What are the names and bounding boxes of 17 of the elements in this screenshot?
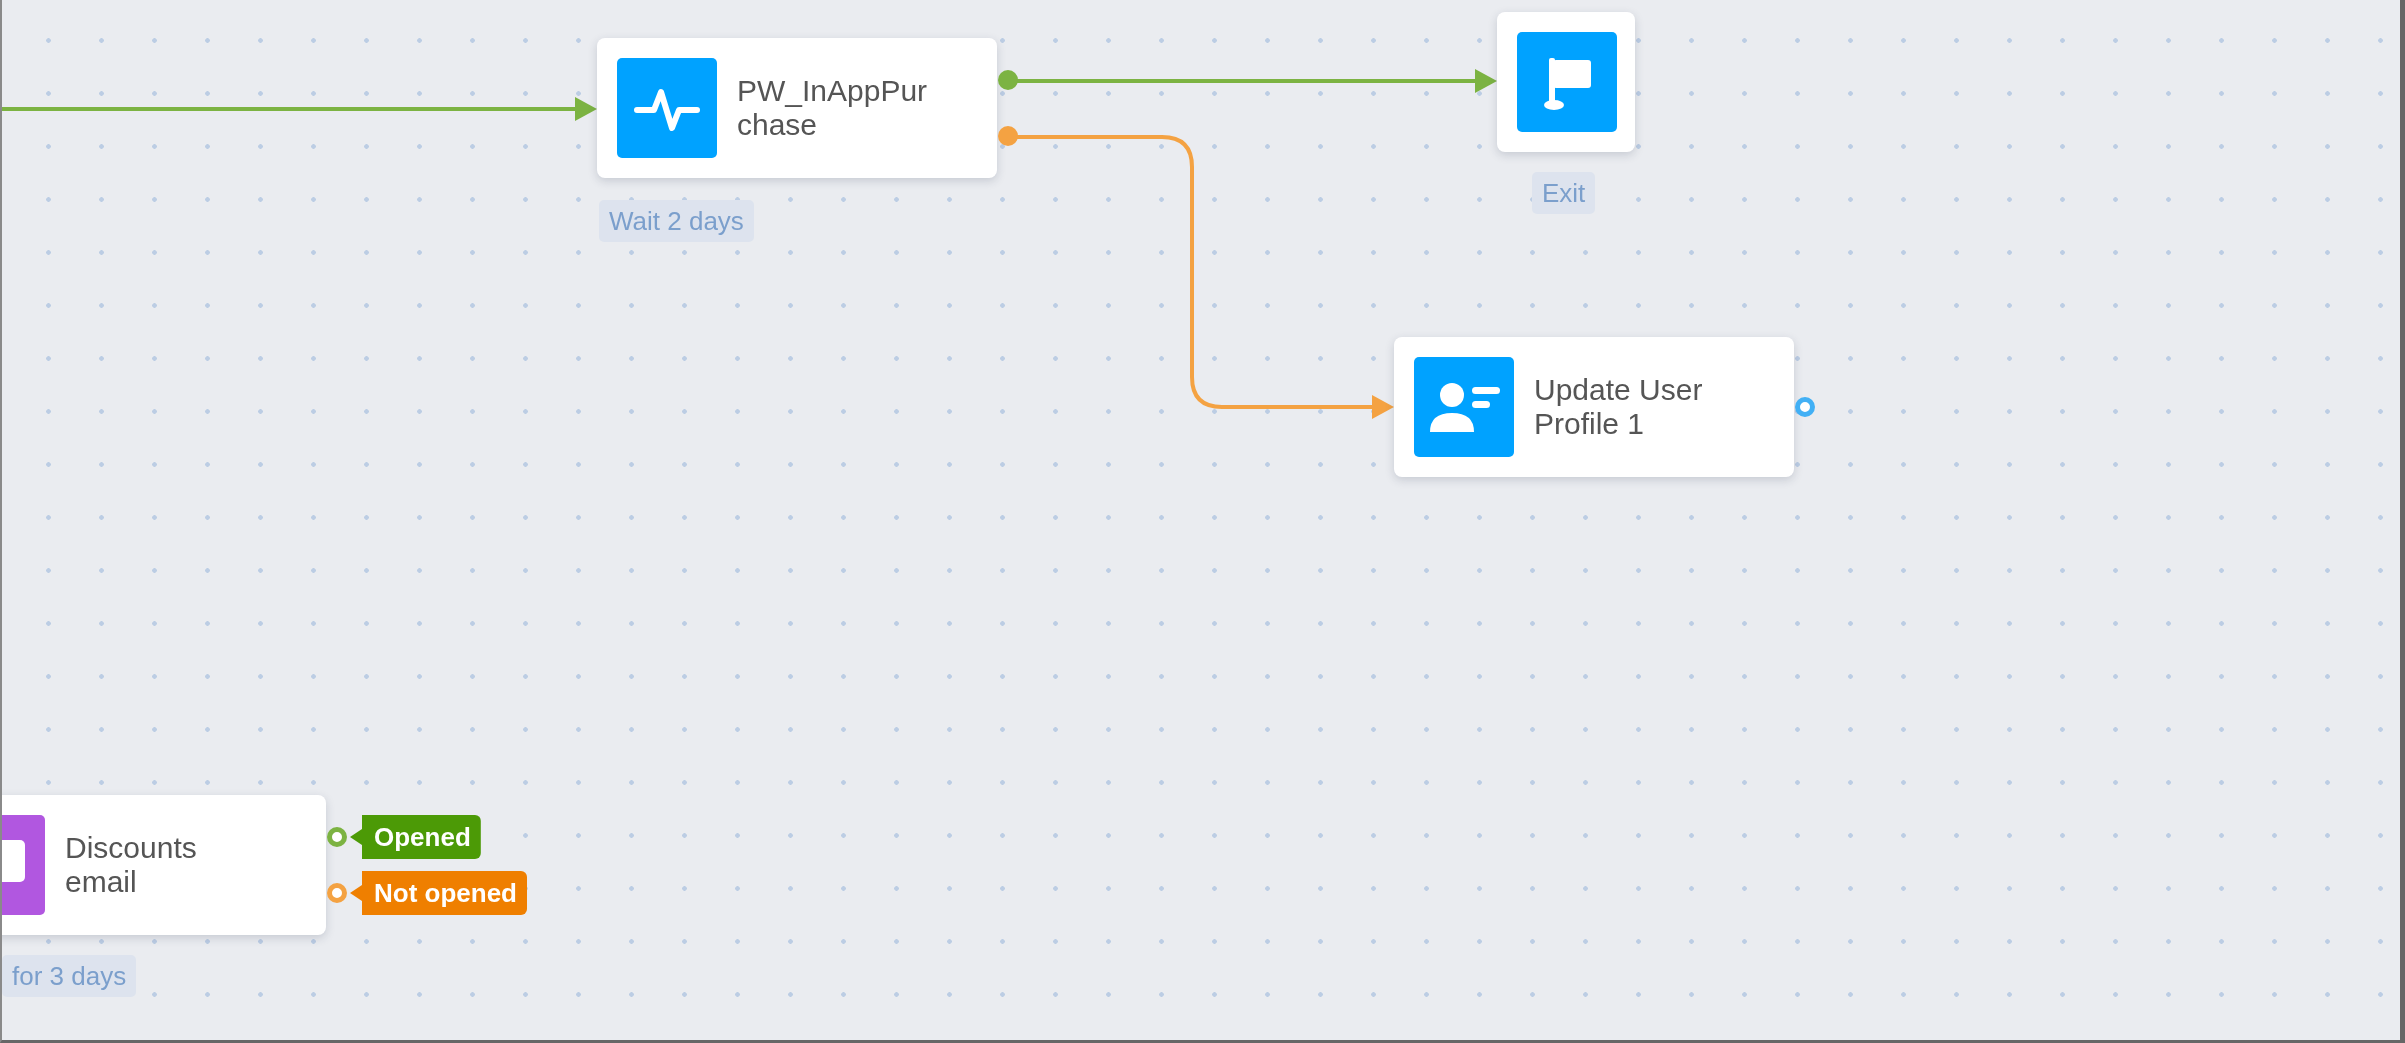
connection-port[interactable] — [998, 70, 1018, 90]
connection-port[interactable] — [998, 126, 1018, 146]
connection-port[interactable] — [327, 883, 347, 903]
node-title: PW_InAppPurchase — [737, 74, 929, 142]
branch-tag: Not opened — [350, 871, 527, 915]
node-card[interactable]: PW_InAppPurchase — [597, 38, 997, 178]
node-title: Update User Profile 1 — [1534, 373, 1704, 441]
node-title: Discounts email — [65, 831, 198, 899]
connection-port[interactable] — [1795, 397, 1815, 417]
node-caption: Wait 2 days — [599, 200, 754, 242]
node-card[interactable]: Update User Profile 1 — [1394, 337, 1794, 477]
connection-port[interactable] — [327, 827, 347, 847]
node-card[interactable]: Discounts email — [2, 795, 326, 935]
node-caption: for 3 days — [2, 955, 137, 997]
branch-tag: Opened — [350, 815, 481, 859]
node-caption: Exit — [1532, 172, 1596, 214]
node-card[interactable] — [1497, 12, 1635, 152]
